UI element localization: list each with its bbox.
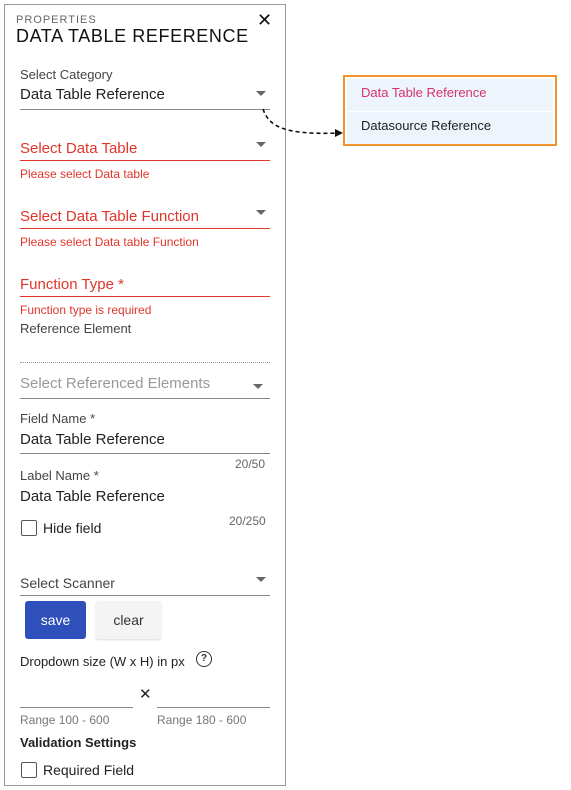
category-label: Select Category — [20, 67, 113, 82]
menu-option-datasource-reference[interactable]: Datasource Reference — [347, 112, 553, 144]
validation-heading: Validation Settings — [20, 735, 137, 750]
menu-option-data-table-reference[interactable]: Data Table Reference — [347, 79, 553, 111]
connector-arrow — [262, 108, 343, 137]
times-icon: ✕ — [139, 686, 152, 703]
save-button[interactable]: save — [25, 601, 86, 639]
properties-panel: PROPERTIES DATA TABLE REFERENCE ✕ Select… — [4, 4, 286, 786]
function-underline — [20, 228, 270, 229]
dropdown-size-label: Dropdown size (W x H) in px — [20, 654, 185, 669]
width-range-hint: Range 100 - 600 — [20, 713, 110, 727]
referenced-elements-select[interactable]: Select Referenced Elements — [20, 375, 210, 392]
help-icon[interactable]: ? — [196, 651, 212, 667]
label-name-label: Label Name * — [20, 468, 99, 483]
label-name-counter: 20/250 — [229, 514, 266, 528]
function-type-error: Function type is required — [20, 303, 152, 317]
field-name-label: Field Name * — [20, 411, 96, 426]
scanner-chevron-down-icon[interactable] — [256, 577, 266, 582]
field-name-underline — [20, 453, 270, 454]
field-name-input[interactable]: Data Table Reference — [20, 431, 165, 448]
label-name-input[interactable]: Data Table Reference — [20, 488, 165, 505]
required-field-label: Required Field — [43, 762, 135, 778]
scanner-select[interactable]: Select Scanner — [20, 575, 115, 591]
close-icon[interactable]: ✕ — [257, 10, 272, 31]
data-table-underline — [20, 160, 270, 161]
reference-element-label: Reference Element — [20, 321, 132, 336]
function-type-input[interactable]: Function Type * — [20, 276, 124, 293]
field-name-counter: 20/50 — [235, 457, 266, 471]
hide-field-label: Hide field — [43, 520, 102, 536]
dropdown-height-input[interactable] — [157, 707, 270, 708]
height-range-hint: Range 180 - 600 — [157, 713, 247, 727]
function-chevron-down-icon[interactable] — [256, 210, 266, 215]
reference-element-input[interactable] — [20, 362, 270, 363]
data-table-select[interactable]: Select Data Table — [20, 140, 137, 157]
panel-title: DATA TABLE REFERENCE — [16, 26, 249, 46]
dropdown-width-input[interactable] — [20, 707, 133, 708]
referenced-elements-underline — [20, 398, 270, 399]
clear-button[interactable]: clear — [96, 601, 161, 639]
function-type-underline — [20, 296, 270, 297]
data-table-error: Please select Data table — [20, 167, 150, 181]
category-dropdown-menu: Data Table Reference Datasource Referenc… — [343, 75, 557, 146]
category-chevron-down-icon[interactable] — [256, 91, 266, 96]
hide-field-checkbox[interactable] — [21, 520, 37, 536]
function-select[interactable]: Select Data Table Function — [20, 208, 199, 225]
scanner-underline — [20, 595, 270, 596]
panel-eyebrow: PROPERTIES — [16, 14, 97, 26]
function-error: Please select Data table Function — [20, 235, 199, 249]
required-field-checkbox[interactable] — [21, 762, 37, 778]
category-underline — [20, 109, 270, 110]
category-select-value[interactable]: Data Table Reference — [20, 86, 165, 103]
referenced-elements-chevron-down-icon[interactable] — [253, 384, 263, 389]
